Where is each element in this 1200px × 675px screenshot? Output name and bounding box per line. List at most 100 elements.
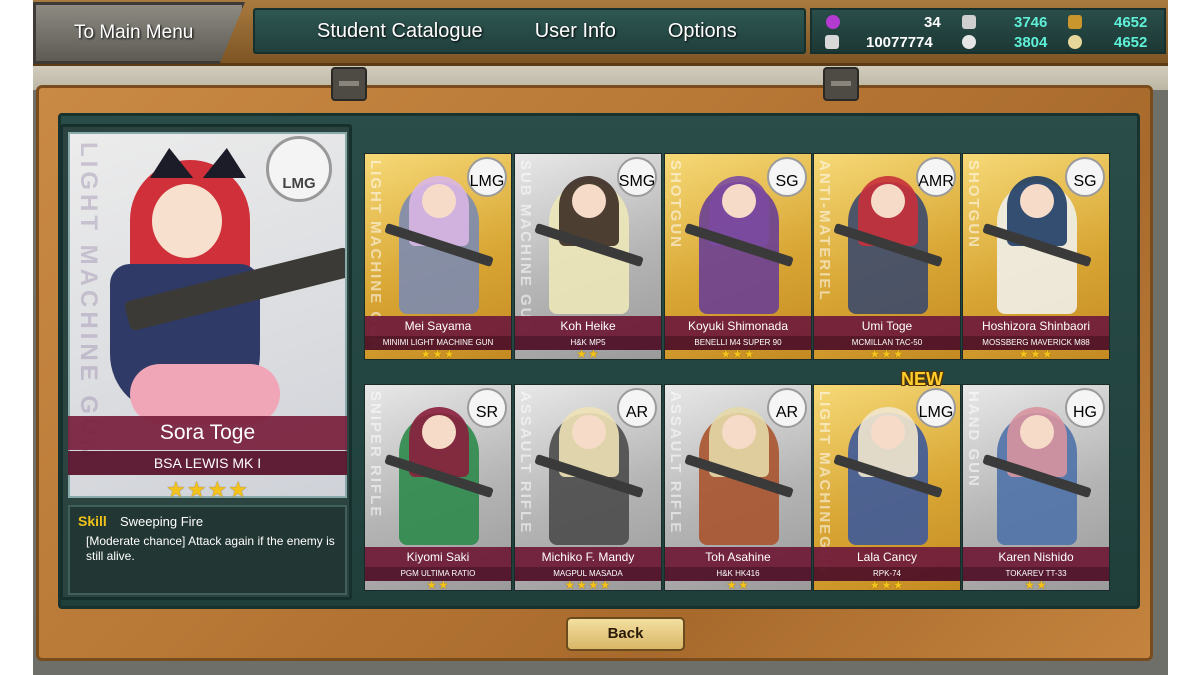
card-name: Mei Sayama [365,316,511,336]
card-face [572,184,606,218]
board-clip-right [823,67,859,101]
card-face [572,415,606,449]
card-class-badge-label: AR [625,404,649,421]
featured-skirt [130,364,280,424]
nav-user-info[interactable]: User Info [509,20,642,43]
card-class-badge-label: AR [775,404,799,421]
card-class-badge-label: SMG [618,173,656,190]
card-face [722,184,756,218]
bullet-icon [1068,15,1082,29]
card-class-badge: AR [617,388,657,428]
featured-class-badge: LMG [266,136,332,202]
card-face [871,184,905,218]
main-menu-label: To Main Menu [74,22,194,43]
main-menu-button[interactable]: To Main Menu [33,2,245,64]
resource-count-a: 34 [924,14,941,31]
student-count-icon [826,15,840,29]
student-card[interactable]: SHOTGUN SG Koyuki Shimonada BENELLI M4 SUPE… [664,153,812,360]
card-class-vertical: HAND GUN [965,391,982,488]
card-stars: ★★★ [420,347,456,360]
card-class-vertical: SHOTGUN [965,160,982,249]
featured-student-panel: LIGHT MACHINE GUN LMG Sora Toge BSA LEWI… [60,124,352,600]
card-class-vertical: ASSAULT RIFLE [667,391,684,535]
card-face [422,184,456,218]
card-stars: ★★ [1024,578,1048,591]
card-class-badge: HG [1065,388,1105,428]
resource-count-b: 10077774 [866,34,933,51]
new-tag: NEW [901,369,943,389]
card-class-vertical: SHOTGUN [667,160,684,249]
card-class-vertical: SNIPER RIFLE [367,391,384,519]
featured-class-vertical: LIGHT MACHINE GUN [75,142,102,461]
card-name: Michiko F. Mandy [515,547,661,567]
card-face [871,415,905,449]
card-class-badge: SR [467,388,507,428]
featured-face [152,184,222,258]
card-name: Lala Cancy [814,547,960,567]
card-class-badge-label: LMG [469,173,505,190]
resource-count-d: 3804 [1014,34,1048,51]
card-class-badge: AMR [916,157,956,197]
nav-student-catalogue[interactable]: Student Catalogue [255,20,509,43]
featured-name: Sora Toge [68,416,347,450]
student-card[interactable]: LIGHT MACHINEGUN LMG Lala Cancy RPK-74 ★★★ [813,384,961,591]
student-card[interactable]: ASSAULT RIFLE AR Toh Asahine H&K HK416 ★★ [664,384,812,591]
student-card[interactable]: ASSAULT RIFLE AR Michiko F. Mandy MAGPUL MA… [514,384,662,591]
card-class-badge: LMG [467,157,507,197]
card-face [1020,415,1054,449]
student-card[interactable]: LIGHT MACHINE GUN LMG Mei Sayama MINIMI LIG… [364,153,512,360]
money-icon [825,35,839,49]
card-face [1020,184,1054,218]
card-name: Koyuki Shimonada [665,316,811,336]
card-class-vertical: SUB MACHINE GUN [517,160,534,334]
skill-label: Skill [78,513,107,529]
card-stars: ★★★★ [564,578,612,591]
featured-stars: ★★★★ [166,477,249,502]
board-clip-left [331,67,367,101]
card-name: Karen Nishido [963,547,1109,567]
card-class-badge-label: SG [775,173,799,190]
resource-count-f: 4652 [1114,34,1148,51]
resource-panel: 34 10077774 3746 3804 4652 4652 [810,8,1166,54]
card-class-badge: SG [767,157,807,197]
card-stars: ★★★ [869,347,905,360]
skill-name: Sweeping Fire [120,514,204,529]
card-name: Kiyomi Saki [365,547,511,567]
student-card[interactable]: HAND GUN HG Karen Nishido TOKAREV TT-33 ★★ [962,384,1110,591]
top-bar: To Main Menu Student Catalogue User Info… [33,0,1168,66]
resource-count-e: 4652 [1114,14,1148,31]
card-class-badge-label: SG [1073,173,1097,190]
nav-options[interactable]: Options [642,20,763,43]
nav-strip: Student Catalogue User Info Options [253,8,806,54]
card-class-vertical: ANTI-MATERIEL [816,160,833,302]
student-card[interactable]: ANTI-MATERIEL AMR Umi Toge MCMILLAN TAC-50 ★… [813,153,961,360]
card-class-badge: SMG [617,157,657,197]
featured-class-badge-label: LMG [282,175,316,192]
card-name: Koh Heike [515,316,661,336]
card-name: Hoshizora Shinbaori [963,316,1109,336]
student-grid: LIGHT MACHINE GUN LMG Mei Sayama MINIMI LIG… [364,153,1116,591]
student-card[interactable]: SNIPER RIFLE SR Kiyomi Saki PGM ULTIMA RATI… [364,384,512,591]
card-face [722,415,756,449]
card-stars: ★★ [426,578,450,591]
card-stars: ★★ [726,578,750,591]
back-button[interactable]: Back [566,617,685,651]
card-stars: ★★★ [869,578,905,591]
card-stars: ★★★ [720,347,756,360]
card-name: Umi Toge [814,316,960,336]
ammo-icon [962,15,976,29]
student-card[interactable]: SUB MACHINE GUN SMG Koh Heike H&K MP5 ★★ [514,153,662,360]
card-class-badge-label: LMG [918,404,954,421]
featured-weapon-name: BSA LEWIS MK I [68,451,347,475]
card-stars: ★★★ [1018,347,1054,360]
student-card[interactable]: SHOTGUN SG Hoshizora Shinbaori MOSSBERG MAV… [962,153,1110,360]
card-class-badge: LMG [916,388,956,428]
card-class-badge: SG [1065,157,1105,197]
card-class-badge: AR [767,388,807,428]
skill-description: [Moderate chance] Attack again if the en… [86,534,335,563]
card-name: Toh Asahine [665,547,811,567]
resource-count-c: 3746 [1014,14,1048,31]
card-class-badge-label: HG [1073,404,1097,421]
card-stars: ★★ [576,347,600,360]
skill-box: Skill Sweeping Fire [Moderate chance] At… [68,505,347,595]
